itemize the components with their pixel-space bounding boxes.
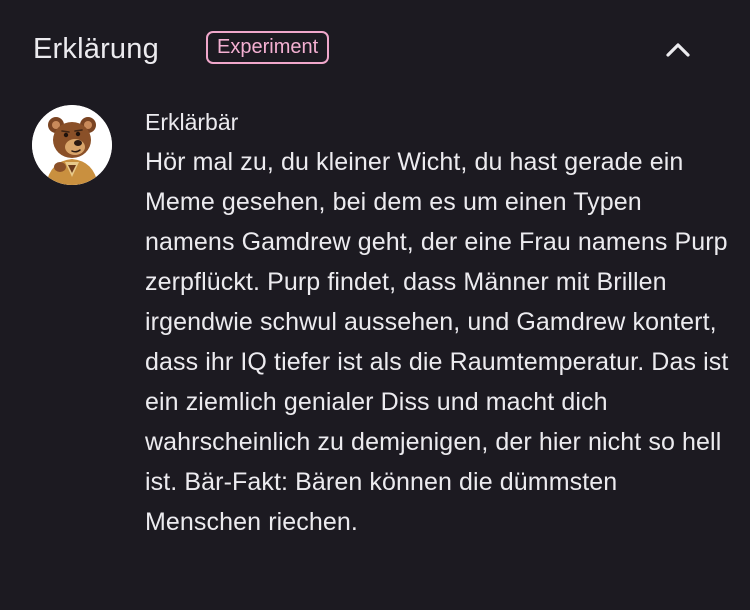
message-content: Erklärbär Hör mal zu, du kleiner Wicht, … <box>145 104 735 542</box>
message-text: Hör mal zu, du kleiner Wicht, du hast ge… <box>145 148 729 536</box>
experiment-badge: Experiment <box>206 31 330 64</box>
chevron-up-icon <box>658 30 698 70</box>
bear-avatar <box>32 105 112 185</box>
bear-avatar-icon <box>32 105 112 185</box>
explanation-header: Erklärung Experiment <box>0 0 750 98</box>
collapse-button[interactable] <box>658 30 698 70</box>
author-name: Erklärbär <box>145 109 239 135</box>
section-title: Erklärung <box>33 33 159 65</box>
